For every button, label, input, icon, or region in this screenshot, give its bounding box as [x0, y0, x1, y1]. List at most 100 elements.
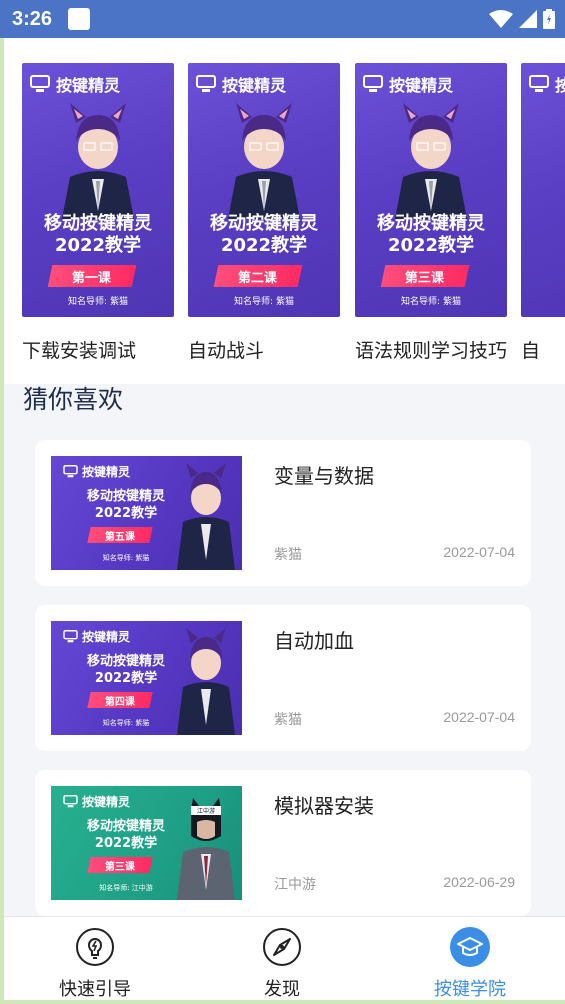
brand-logo: 按键精灵 — [63, 463, 130, 480]
list-item-title[interactable]: 模拟器安装 — [274, 790, 374, 819]
status-icons — [489, 9, 555, 29]
lesson-label: 第一课 — [72, 270, 112, 286]
thumbnail-title: 移动按键精灵 2022教学 — [355, 213, 507, 257]
wifi-icon — [489, 10, 513, 28]
list-item-title[interactable]: 自动加血 — [274, 625, 354, 654]
nav-label: 按键学院 — [434, 979, 506, 1000]
list-item-title[interactable]: 变量与数据 — [274, 460, 374, 489]
monitor-icon — [196, 75, 216, 92]
brand-text: 按 — [555, 76, 565, 95]
thumbnail-title: 移动按键精灵 2022教学 — [67, 653, 185, 687]
compass-icon — [263, 928, 301, 966]
lesson-ribbon: 第四课 — [87, 692, 153, 708]
course-thumbnail[interactable]: 按键精灵 移动按键精灵 2022教学 — [355, 63, 507, 317]
thumbnail-title-line1: 移动按键精灵 — [377, 213, 485, 234]
list-item[interactable]: 按键精灵 移动按键精灵 2022教学 第四课 知名导师: 紫猫 自动加血 紫猫 … — [35, 605, 531, 751]
signal-icon — [519, 10, 537, 28]
thumbnail-title: 移动按键精灵 2022教学 — [67, 818, 185, 852]
graduation-cap-icon — [450, 927, 490, 967]
lesson-label: 第四课 — [105, 696, 135, 708]
list-item-author: 江中游 — [274, 877, 316, 893]
course-card[interactable]: 按键精灵 移动按键精灵 2022教学 — [355, 63, 507, 363]
monitor-icon — [529, 75, 549, 92]
nav-discover[interactable]: 发现 — [212, 927, 352, 1001]
list-item-thumbnail[interactable]: 按键精灵 移动按键精灵 2022教学 第四课 知名导师: 紫猫 — [51, 621, 242, 735]
monitor-icon — [363, 75, 383, 92]
monitor-icon — [63, 795, 78, 808]
list-item-thumbnail[interactable]: 按键精灵 移动按键精灵 2022教学 第五课 知名导师: 紫猫 — [51, 456, 242, 570]
list-item[interactable]: 按键精灵 移动按键精灵 2022教学 第五课 知名导师: 紫猫 变量与数据 紫猫… — [35, 440, 531, 586]
monitor-icon — [63, 465, 78, 478]
teacher-credit: 知名导师: 江中游 — [99, 884, 153, 892]
nav-quick-guide[interactable]: 快速引导 — [25, 927, 165, 1001]
brand-text: 按键精灵 — [222, 76, 287, 95]
brand-logo: 按键精灵 — [63, 793, 130, 810]
thumbnail-title-line2: 2022教学 — [387, 235, 475, 256]
bottom-navigation: 快速引导 发现 按键学院 — [4, 916, 565, 1000]
thumbnail-title-line1: 移动按键精灵 — [86, 654, 165, 669]
teacher-credit: 知名导师: 紫猫 — [401, 297, 461, 307]
cat-ear-teacher-illustration — [62, 103, 134, 219]
brand-text: 按键精灵 — [389, 76, 454, 95]
thumbnail-title-line1: 移动按键精灵 — [210, 213, 318, 234]
list-item-thumbnail[interactable]: 按键精灵 移动按键精灵 2022教学 第三课 知名导师: 江中游 江中游 — [51, 786, 242, 900]
course-caption[interactable]: 自动战斗 — [188, 336, 340, 363]
lesson-label: 第二课 — [238, 270, 278, 286]
list-item-date: 2022-06-29 — [443, 874, 515, 890]
course-thumbnail[interactable]: 按键精灵 移动按键精灵 2022教学 — [22, 63, 174, 317]
cat-ear-teacher-illustration — [395, 103, 467, 219]
list-item[interactable]: 按键精灵 移动按键精灵 2022教学 第三课 知名导师: 江中游 江中游 模拟器… — [35, 770, 531, 916]
thumbnail-title-line2: 2022教学 — [94, 671, 158, 686]
mask-badge-text: 江中游 — [197, 807, 215, 815]
course-card[interactable]: 按键精灵 移动按键精灵 2022教学 — [22, 63, 174, 363]
monitor-icon — [30, 75, 50, 92]
cat-ear-teacher-illustration — [177, 628, 235, 735]
cat-ear-teacher-illustration — [177, 463, 235, 570]
thumbnail-title-line2: 2022教学 — [94, 836, 158, 851]
course-thumbnail[interactable]: 按 — [521, 63, 565, 317]
course-card[interactable]: 按键精灵 移动按键精灵 2022教学 — [188, 63, 340, 363]
battery-icon — [543, 9, 555, 29]
course-caption[interactable]: 下载安装调试 — [22, 336, 174, 363]
course-caption[interactable]: 自 — [521, 336, 565, 363]
lesson-label: 第五课 — [105, 531, 135, 543]
teacher-credit: 知名导师: 紫猫 — [102, 554, 150, 562]
brand-text: 按键精灵 — [82, 465, 131, 479]
teacher-credit: 知名导师: 紫猫 — [102, 719, 150, 727]
list-item-date: 2022-07-04 — [443, 709, 515, 725]
lesson-ribbon: 第三课 — [380, 265, 470, 287]
thumbnail-title-line1: 移动按键精灵 — [86, 819, 165, 834]
recommend-section-title: 猜你喜欢 — [23, 385, 124, 414]
thumbnail-title-line2: 2022教学 — [54, 235, 142, 256]
lesson-ribbon: 第一课 — [47, 265, 137, 287]
course-carousel[interactable]: 按键精灵 移动按键精灵 2022教学 第一课 知名导师: 紫猫 下载安装调试 按… — [22, 63, 565, 363]
status-time: 3:26 — [12, 7, 53, 30]
lesson-ribbon: 第五课 — [87, 527, 153, 543]
thumbnail-title: 移动按键精灵 2022教学 — [188, 213, 340, 257]
main-content[interactable]: 按键精灵 移动按键精灵 2022教学 第一课 知名导师: 紫猫 下载安装调试 按… — [4, 38, 565, 916]
notification-icon — [68, 8, 91, 30]
monitor-icon — [63, 630, 78, 643]
brand-logo: 按键精灵 — [196, 72, 286, 96]
lesson-ribbon: 第三课 — [87, 857, 153, 873]
brand-text: 按键精灵 — [82, 795, 131, 809]
lesson-ribbon: 第二课 — [213, 265, 303, 287]
nav-label: 快速引导 — [59, 979, 131, 1000]
nav-academy[interactable]: 按键学院 — [400, 927, 540, 1001]
teacher-credit: 知名导师: 紫猫 — [68, 297, 128, 307]
status-bar: 3:26 — [0, 0, 565, 38]
brand-logo: 按键精灵 — [63, 628, 130, 645]
list-item-author: 紫猫 — [274, 712, 302, 728]
course-thumbnail[interactable]: 按键精灵 移动按键精灵 2022教学 — [188, 63, 340, 317]
brand-text: 按键精灵 — [56, 76, 121, 95]
course-card[interactable]: 按 自 — [521, 63, 565, 363]
thumbnail-title-line2: 2022教学 — [220, 235, 308, 256]
course-caption[interactable]: 语法规则学习技巧 — [355, 336, 507, 363]
cat-ear-teacher-illustration — [228, 103, 300, 219]
lightbulb-icon — [76, 928, 114, 966]
lesson-label: 第三课 — [405, 270, 445, 286]
thumbnail-title-line2: 2022教学 — [94, 506, 158, 521]
brand-text: 按键精灵 — [82, 630, 131, 644]
list-item-author: 紫猫 — [274, 547, 302, 563]
thumbnail-title: 移动按键精灵 2022教学 — [22, 213, 174, 257]
